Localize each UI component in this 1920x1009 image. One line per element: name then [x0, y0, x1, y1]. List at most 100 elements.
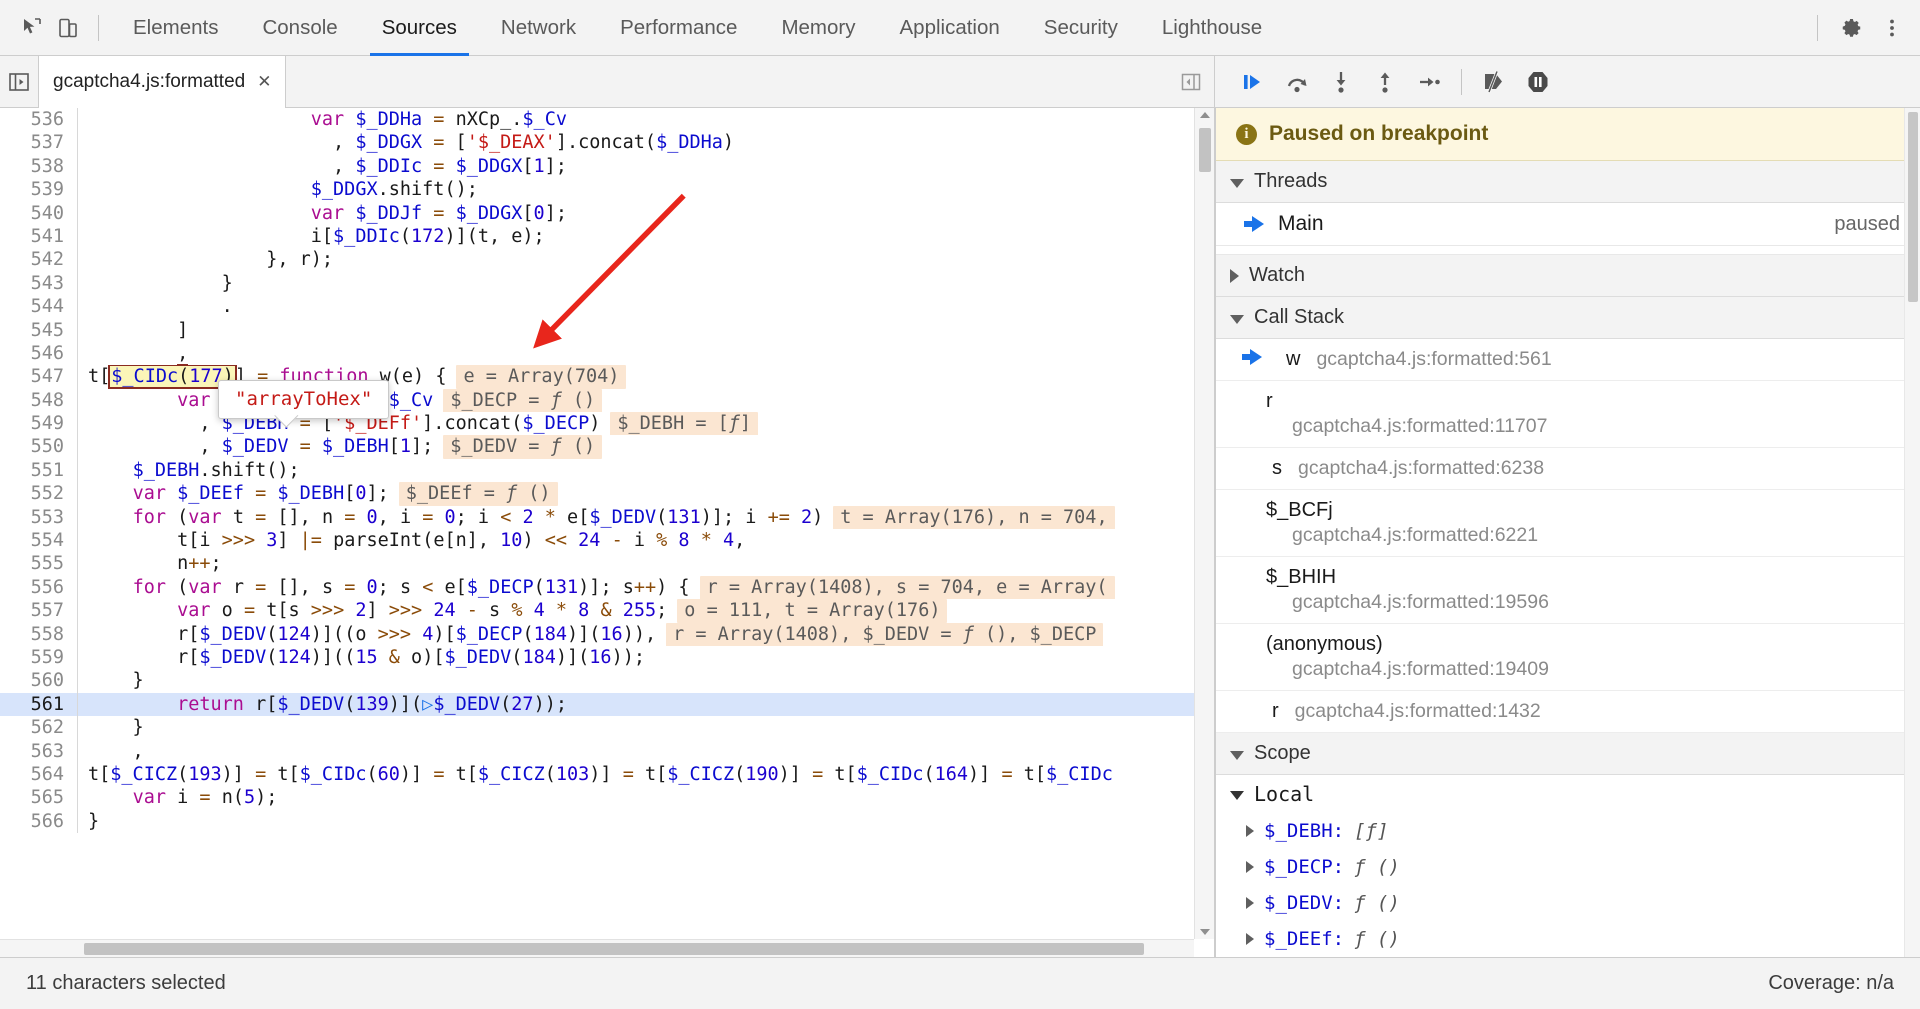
code-text[interactable]: , $_DDIc = $_DDGX[1]; [78, 155, 1194, 178]
code-text[interactable]: , [78, 342, 1194, 366]
line-number[interactable]: 557 [0, 599, 78, 623]
line-number[interactable]: 551 [0, 458, 78, 483]
line-number[interactable]: 550 [0, 435, 78, 459]
scroll-down-arrow[interactable] [1200, 929, 1210, 935]
scope-variable-row[interactable]: $_DEBH: [ƒ] [1216, 813, 1920, 849]
line-number[interactable]: 559 [0, 645, 78, 670]
scope-local-header[interactable]: Local [1216, 775, 1920, 813]
callstack-frame[interactable]: w gcaptcha4.js:formatted:561 [1216, 339, 1920, 381]
callstack-frame[interactable]: (anonymous) gcaptcha4.js:formatted:19409 [1216, 624, 1920, 691]
code-line[interactable]: 546 , [0, 341, 1194, 366]
step-out-button[interactable] [1365, 62, 1405, 102]
code-text[interactable]: var $_DDJf = $_DDGX[0]; [78, 202, 1194, 225]
code-text[interactable]: n++; [78, 552, 1194, 575]
deactivate-breakpoints-button[interactable] [1474, 62, 1514, 102]
chevron-right-icon[interactable] [1246, 897, 1254, 909]
editor-horizontal-scrollbar[interactable] [0, 939, 1194, 957]
section-callstack-header[interactable]: Call Stack [1216, 297, 1920, 339]
editor-hscroll-thumb[interactable] [84, 943, 1144, 955]
section-scope-header[interactable]: Scope [1216, 733, 1920, 775]
tab-elements[interactable]: Elements [111, 0, 240, 56]
editor-viewport[interactable]: 536 var $_DDHa = nXCp_.$_Cv 537 , $_DDGX … [0, 108, 1194, 939]
line-number[interactable]: 560 [0, 669, 78, 693]
code-line[interactable]: 559 r[$_DEDV(124)]((15 & o)[$_DEDV(184)]… [0, 645, 1194, 670]
tab-security[interactable]: Security [1022, 0, 1140, 56]
code-text[interactable]: var i = n(5); [78, 786, 1194, 809]
code-line[interactable]: 557 var o = t[s >>> 2] >>> 24 - s % 4 * … [0, 599, 1194, 623]
code-text[interactable]: $_DEBH.shift(); [78, 459, 1194, 482]
line-number[interactable]: 544 [0, 295, 78, 319]
line-number[interactable]: 562 [0, 716, 78, 740]
step-over-button[interactable] [1277, 62, 1317, 102]
tab-performance[interactable]: Performance [598, 0, 759, 56]
code-text[interactable]: , [78, 740, 1194, 763]
code-line[interactable]: 551 $_DEBH.shift(); [0, 458, 1194, 483]
section-threads-header[interactable]: Threads [1216, 161, 1920, 203]
code-line[interactable]: 549 , $_DEBH = ['$_DEFf'].concat($_DECP)… [0, 412, 1194, 436]
code-text[interactable]: $_DDGX.shift(); [78, 178, 1194, 201]
close-icon[interactable]: ✕ [255, 73, 273, 90]
callstack-frame[interactable]: s gcaptcha4.js:formatted:6238 [1216, 448, 1920, 490]
code-line[interactable]: 542 }, r); [0, 248, 1194, 272]
code-line[interactable]: 552 var $_DEEf = $_DEBH[0]; $_DEEf = ƒ () [0, 482, 1194, 506]
callstack-frame[interactable]: $_BCFj gcaptcha4.js:formatted:6221 [1216, 490, 1920, 557]
line-number[interactable]: 536 [0, 108, 78, 132]
kebab-menu-icon[interactable] [1874, 10, 1910, 46]
code-line[interactable]: 550 , $_DEDV = $_DEBH[1]; $_DEDV = ƒ () [0, 435, 1194, 459]
code-text[interactable]: return r[$_DEDV(139)](▷$_DEDV(27)); [78, 693, 1194, 716]
code-line[interactable]: 560 } [0, 669, 1194, 693]
code-text[interactable]: i[$_DDIc(172)](t, e); [78, 225, 1194, 248]
line-number[interactable]: 541 [0, 224, 78, 249]
thread-row-main[interactable]: Main paused [1216, 203, 1920, 246]
chevron-right-icon[interactable] [1246, 933, 1254, 945]
code-text[interactable]: ] [78, 319, 1194, 342]
line-number[interactable]: 555 [0, 552, 78, 576]
chevron-right-icon[interactable] [1246, 861, 1254, 873]
code-line[interactable]: 556 for (var r = [], s = 0; s < e[$_DECP… [0, 575, 1194, 600]
line-number[interactable]: 549 [0, 412, 78, 436]
code-text[interactable]: }, r); [78, 248, 1194, 271]
inspect-element-icon[interactable] [14, 10, 50, 46]
code-text[interactable]: } [78, 810, 1194, 833]
code-text[interactable]: , $_DDGX = ['$_DEAX'].concat($_DDHa) [78, 131, 1194, 154]
sidebar-vertical-scrollbar[interactable] [1904, 108, 1920, 957]
code-line[interactable]: 564 t[$_CICZ(193)] = t[$_CIDc(60)] = t[$_… [0, 762, 1194, 787]
code-text[interactable]: } [78, 272, 1194, 295]
line-number[interactable]: 546 [0, 341, 78, 366]
code-line[interactable]: 562 } [0, 716, 1194, 740]
tab-memory[interactable]: Memory [759, 0, 877, 56]
code-line[interactable]: 539 $_DDGX.shift(); [0, 178, 1194, 202]
editor-vscroll-thumb[interactable] [1199, 128, 1211, 172]
code-line[interactable]: 545 ] [0, 318, 1194, 342]
code-text[interactable]: var o = t[s >>> 2] >>> 24 - s % 4 * 8 & … [78, 599, 1194, 623]
line-number[interactable]: 554 [0, 529, 78, 553]
section-watch-header[interactable]: Watch [1216, 255, 1920, 297]
show-debugger-sidebar-icon[interactable] [1168, 56, 1214, 108]
code-line[interactable]: 541 i[$_DDIc(172)](t, e); [0, 224, 1194, 249]
device-toolbar-icon[interactable] [50, 10, 86, 46]
line-number[interactable]: 538 [0, 154, 78, 179]
tab-sources[interactable]: Sources [360, 0, 479, 56]
line-number[interactable]: 542 [0, 248, 78, 272]
line-number[interactable]: 540 [0, 201, 78, 225]
tab-network[interactable]: Network [479, 0, 598, 56]
code-line[interactable]: 565 var i = n(5); [0, 786, 1194, 810]
show-navigator-icon[interactable] [0, 56, 38, 108]
line-number[interactable]: 545 [0, 318, 78, 342]
line-number[interactable]: 543 [0, 271, 78, 296]
line-number[interactable]: 561 [0, 692, 78, 717]
code-text[interactable]: } [78, 669, 1194, 692]
line-number[interactable]: 564 [0, 762, 78, 787]
line-number[interactable]: 548 [0, 388, 78, 413]
callstack-frame[interactable]: r gcaptcha4.js:formatted:11707 [1216, 381, 1920, 448]
code-text[interactable]: t[$_CICZ(193)] = t[$_CIDc(60)] = t[$_CIC… [78, 763, 1194, 786]
code-line[interactable]: 555 n++; [0, 552, 1194, 576]
scope-variable-row[interactable]: $_DECP: ƒ () [1216, 849, 1920, 885]
code-line[interactable]: 540 var $_DDJf = $_DDGX[0]; [0, 201, 1194, 225]
line-number[interactable]: 537 [0, 131, 78, 155]
step-button[interactable] [1409, 62, 1449, 102]
code-line[interactable]: 553 for (var t = [], n = 0, i = 0; i < 2… [0, 505, 1194, 530]
code-line[interactable]: 548 var $_DECP = nXCp_.$_Cv$_DECP = ƒ () [0, 388, 1194, 413]
code-line[interactable]: 544 . [0, 295, 1194, 319]
code-text[interactable]: , $_DEDV = $_DEBH[1]; $_DEDV = ƒ () [78, 435, 1194, 459]
